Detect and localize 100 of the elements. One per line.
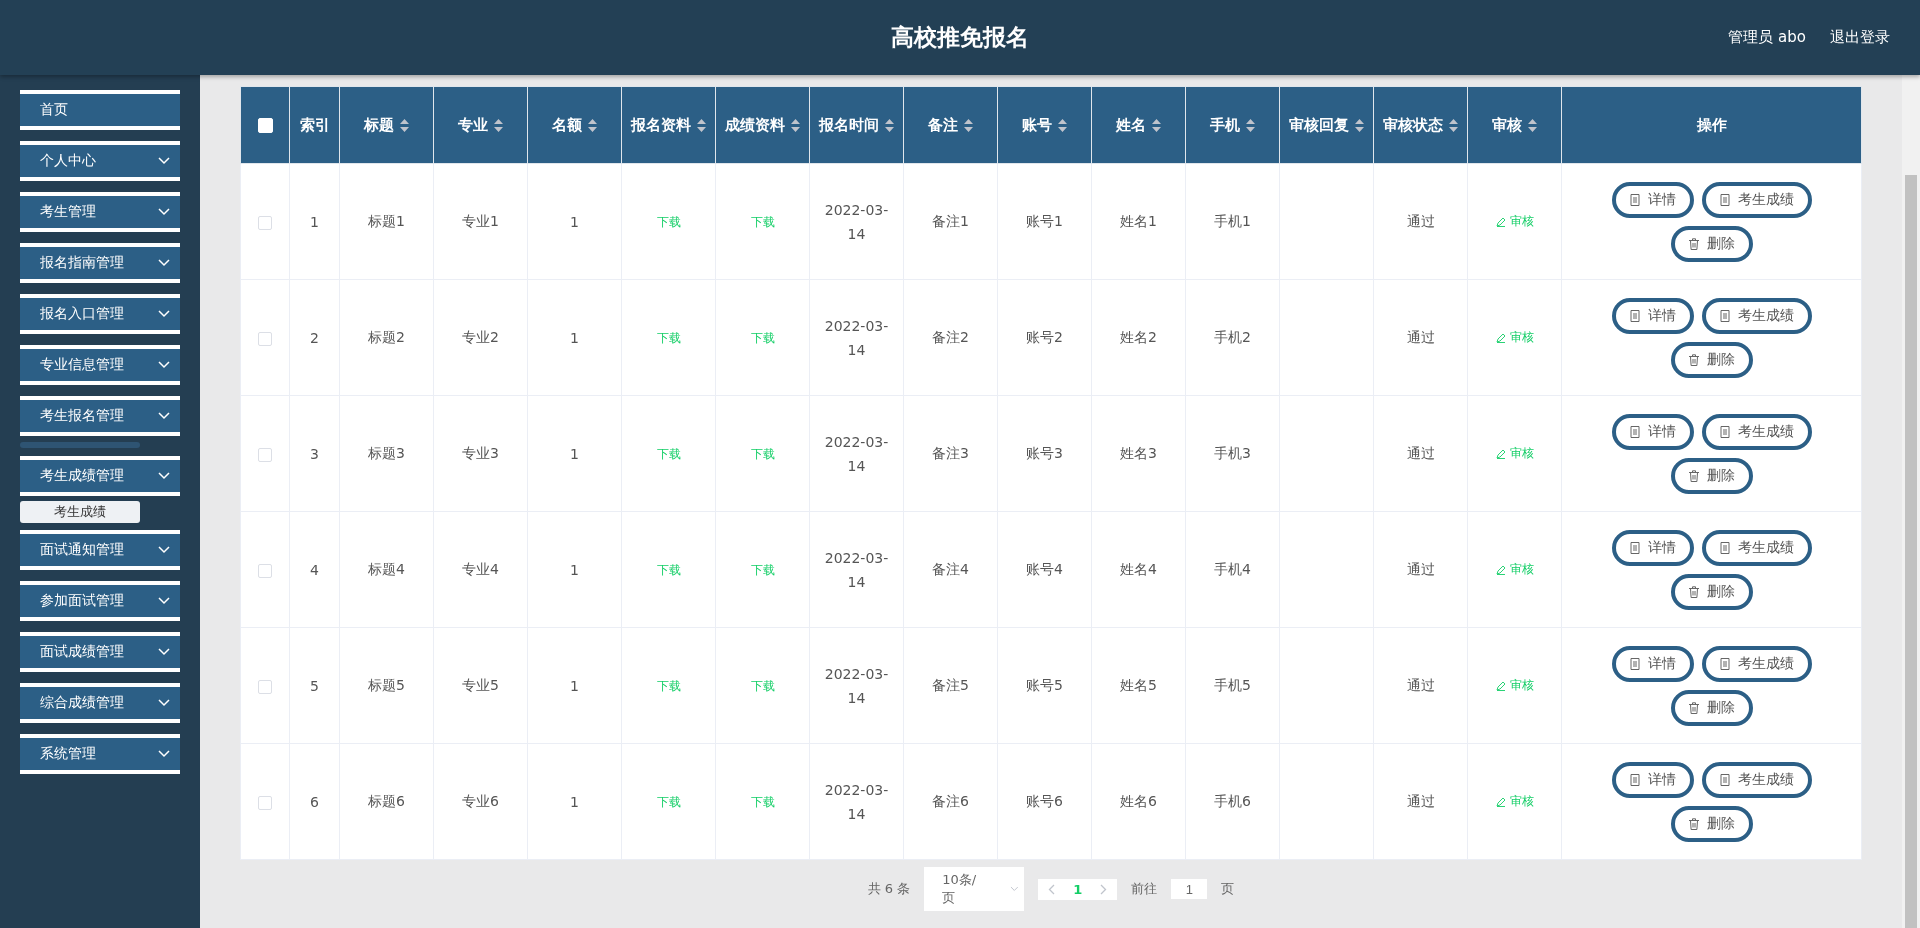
row-checkbox[interactable] <box>258 795 272 810</box>
row-checkbox[interactable] <box>258 563 272 578</box>
table-cell-text: 2022-03-14 <box>823 316 890 360</box>
menu-item[interactable]: 专业信息管理 <box>20 345 180 385</box>
pencil-icon <box>1495 448 1506 459</box>
menu-item[interactable]: 考生成绩管理 <box>20 456 180 496</box>
column-header[interactable]: 报名时间 <box>809 86 904 164</box>
table-cell: 1 <box>570 445 579 462</box>
score-button[interactable]: 考生成绩 <box>1701 529 1812 566</box>
table-cell: 标题6 <box>368 792 405 809</box>
table-cell-text: 2022-03-14 <box>823 664 890 708</box>
column-header[interactable]: 手机 <box>1185 86 1280 164</box>
menu-item[interactable]: 系统管理 <box>20 734 180 774</box>
document-icon <box>1629 309 1640 322</box>
detail-button[interactable]: 详情 <box>1611 529 1694 566</box>
sort-icon <box>964 118 973 132</box>
table-cell: 账号2 <box>1026 328 1063 345</box>
detail-button[interactable]: 详情 <box>1611 645 1694 682</box>
menu-item[interactable]: 综合成绩管理 <box>20 683 180 723</box>
detail-button[interactable]: 详情 <box>1611 297 1694 334</box>
pencil-icon <box>1495 680 1506 691</box>
document-icon <box>1719 193 1730 206</box>
logout-link[interactable]: 退出登录 <box>1830 28 1890 47</box>
scrollbar[interactable] <box>1902 75 1920 928</box>
table-cell: 通过 <box>1406 560 1435 577</box>
delete-icon <box>1688 817 1699 830</box>
delete-icon <box>1688 585 1699 598</box>
column-header[interactable]: 姓名 <box>1091 86 1186 164</box>
column-header[interactable]: 成绩资料 <box>715 86 810 164</box>
table-cell: 3 <box>310 445 319 462</box>
detail-button[interactable]: 详情 <box>1611 181 1694 218</box>
column-header[interactable]: 报名资料 <box>621 86 716 164</box>
score-button[interactable]: 考生成绩 <box>1701 181 1812 218</box>
table-cell: 手机1 <box>1214 212 1251 229</box>
row-checkbox[interactable] <box>258 679 272 694</box>
table-cell: 4 <box>310 561 319 578</box>
table-cell: 5 <box>310 677 319 694</box>
column-header[interactable]: 审核 <box>1467 86 1562 164</box>
detail-button[interactable]: 详情 <box>1611 413 1694 450</box>
table-cell: 账号6 <box>1026 792 1063 809</box>
table-cell: 标题5 <box>368 676 405 693</box>
column-header[interactable]: 审核状态 <box>1373 86 1468 164</box>
table-cell: 标题2 <box>368 328 405 345</box>
table-cell: 通过 <box>1406 328 1435 345</box>
row-checkbox[interactable] <box>258 215 272 230</box>
score-button[interactable]: 考生成绩 <box>1701 413 1812 450</box>
delete-button[interactable]: 删除 <box>1670 341 1753 378</box>
menu-item[interactable]: 面试成绩管理 <box>20 632 180 672</box>
table-cell: 专业5 <box>462 676 499 693</box>
chevron-down-icon <box>158 412 170 420</box>
table-cell: 1 <box>310 213 319 230</box>
menu-item[interactable]: 考生管理 <box>20 192 180 232</box>
pencil-icon <box>1495 216 1506 227</box>
score-button[interactable]: 考生成绩 <box>1701 297 1812 334</box>
menu-item[interactable]: 考生报名管理 <box>20 396 180 436</box>
table-cell: 姓名6 <box>1120 792 1157 809</box>
delete-button[interactable]: 删除 <box>1670 689 1753 726</box>
select-all-checkbox[interactable] <box>257 118 273 134</box>
delete-button[interactable]: 删除 <box>1670 805 1753 842</box>
row-checkbox[interactable] <box>258 447 272 462</box>
chevron-down-icon <box>158 361 170 369</box>
goto-page-input[interactable]: 1 <box>1171 879 1208 899</box>
menu-item[interactable]: 参加面试管理 <box>20 581 180 621</box>
table-cell: 备注1 <box>932 212 969 229</box>
score-button[interactable]: 考生成绩 <box>1701 761 1812 798</box>
delete-button[interactable]: 删除 <box>1670 573 1753 610</box>
previous-page-icon[interactable] <box>1048 883 1056 895</box>
column-header[interactable]: 标题 <box>339 86 434 164</box>
table-cell: 备注5 <box>932 676 969 693</box>
chevron-down-icon <box>158 472 170 480</box>
column-header[interactable]: 账号 <box>997 86 1092 164</box>
table-cell: 1 <box>570 329 579 346</box>
delete-button[interactable]: 删除 <box>1670 457 1753 494</box>
score-button[interactable]: 考生成绩 <box>1701 645 1812 682</box>
next-page-icon[interactable] <box>1100 883 1108 895</box>
menu-item[interactable]: 面试通知管理 <box>20 530 180 570</box>
document-icon <box>1719 541 1730 554</box>
pencil-icon <box>1495 332 1506 343</box>
column-header[interactable]: 名额 <box>527 86 622 164</box>
page-unit-label: 页 <box>1221 880 1235 898</box>
submenu-item[interactable]: 考生成绩 <box>20 501 140 523</box>
column-header[interactable]: 审核回复 <box>1279 86 1374 164</box>
delete-icon <box>1688 237 1699 250</box>
table-cell: 1 <box>570 561 579 578</box>
table-cell: 备注2 <box>932 328 969 345</box>
table-cell-text: 2022-03-14 <box>823 432 890 476</box>
chevron-down-icon <box>158 310 170 318</box>
row-checkbox[interactable] <box>258 331 272 346</box>
detail-button[interactable]: 详情 <box>1611 761 1694 798</box>
menu-item[interactable]: 报名指南管理 <box>20 243 180 283</box>
delete-button[interactable]: 删除 <box>1670 225 1753 262</box>
menu-item[interactable]: 个人中心 <box>20 141 180 181</box>
total-count: 共 6 条 <box>867 880 911 898</box>
column-header[interactable]: 备注 <box>903 86 998 164</box>
column-header[interactable]: 专业 <box>433 86 528 164</box>
pencil-icon <box>1495 796 1506 807</box>
menu-item[interactable]: 首页 <box>20 90 180 130</box>
menu-item[interactable]: 报名入口管理 <box>20 294 180 334</box>
page-size-select[interactable]: 10条/页 <box>924 867 1025 911</box>
table-cell: 专业6 <box>462 792 499 809</box>
